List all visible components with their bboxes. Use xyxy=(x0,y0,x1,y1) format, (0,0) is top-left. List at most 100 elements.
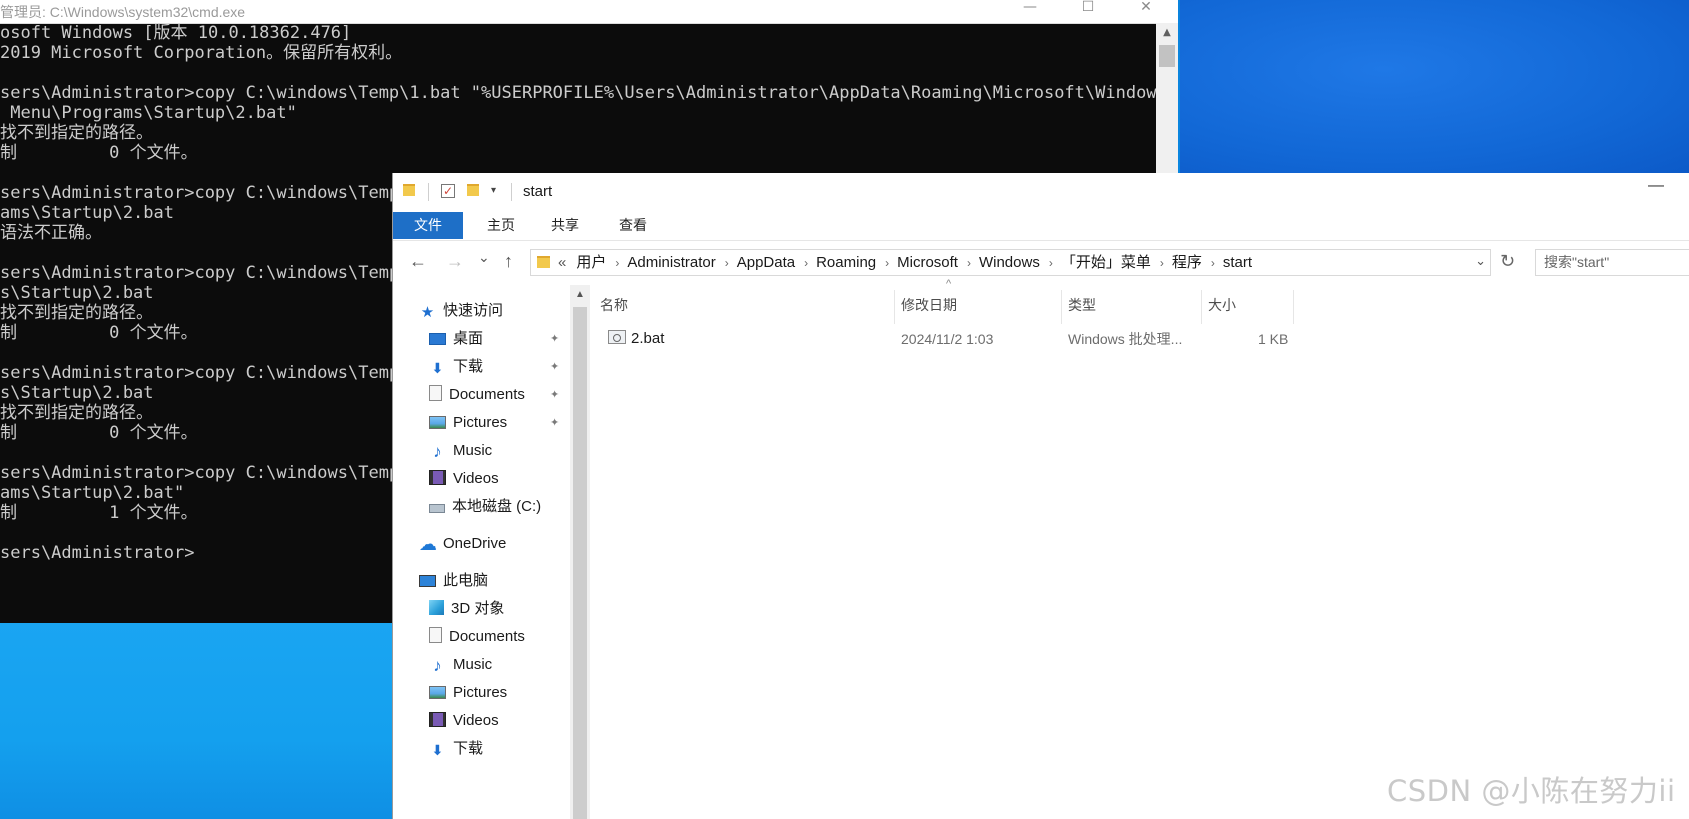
close-button[interactable]: ✕ xyxy=(1123,0,1169,23)
console-line: osoft Windows [版本 10.0.18362.476] xyxy=(0,23,352,43)
breadcrumb-item[interactable]: AppData xyxy=(737,254,795,271)
music-icon: ♪ xyxy=(433,656,442,675)
nav-item-label: 本地磁盘 (C:) xyxy=(452,498,542,515)
properties-icon[interactable]: ✓ xyxy=(441,184,455,198)
nav-item[interactable]: Videos xyxy=(429,465,499,493)
pin-icon[interactable]: ✦ xyxy=(550,325,559,353)
column-divider[interactable] xyxy=(1061,290,1062,324)
new-folder-icon[interactable] xyxy=(467,184,479,196)
nav-item[interactable]: ♪ Music xyxy=(429,651,492,679)
quick-access-dropdown-icon[interactable]: ▾ xyxy=(491,185,496,196)
up-button[interactable]: ↑ xyxy=(504,251,513,272)
nav-item[interactable]: 桌面 xyxy=(429,325,483,353)
file-type: Windows 批处理... xyxy=(1068,331,1183,347)
navigation-bar: ← → ⌄ ↑ «用户 › Administrator › AppData › Roamin… xyxy=(393,241,1689,285)
address-bar[interactable]: «用户 › Administrator › AppData › Roaming › Micros… xyxy=(530,249,1491,276)
nav-item[interactable]: Documents xyxy=(429,381,525,409)
breadcrumb-item[interactable]: start xyxy=(1223,254,1252,271)
breadcrumb-item[interactable]: 「开始」菜单 xyxy=(1061,254,1151,271)
scroll-up-icon[interactable]: ▲ xyxy=(570,285,590,305)
breadcrumb-item[interactable]: Microsoft xyxy=(897,254,958,271)
breadcrumb-item[interactable]: Roaming xyxy=(816,254,876,271)
videos-icon xyxy=(429,712,446,727)
nav-item-label: 下载 xyxy=(453,358,484,375)
desktop-icon xyxy=(429,333,446,345)
pin-icon[interactable]: ✦ xyxy=(550,381,559,409)
download-icon: ⬇ xyxy=(431,742,444,758)
explorer-minimize-button[interactable]: — xyxy=(1648,177,1664,195)
nav-item-label: Pictures xyxy=(453,414,508,431)
desktop-wallpaper-glow xyxy=(1180,0,1689,173)
computer-icon xyxy=(419,575,436,587)
refresh-button[interactable]: ↻ xyxy=(1500,251,1515,272)
file-size: 1 KB xyxy=(1258,331,1289,347)
csdn-watermark: CSDN @小陈在努力ii xyxy=(1387,774,1676,808)
tab-home[interactable]: 主页 xyxy=(473,212,529,239)
breadcrumb-separator-icon[interactable]: › xyxy=(1040,256,1061,270)
column-divider[interactable] xyxy=(894,290,895,324)
tab-file[interactable]: 文件 xyxy=(393,212,463,239)
nav-item[interactable]: ⬇ 下载 xyxy=(429,353,483,381)
nav-item[interactable]: 此电脑 xyxy=(419,567,488,595)
nav-item[interactable]: Pictures xyxy=(429,409,507,437)
nav-item-label: 桌面 xyxy=(453,330,484,347)
breadcrumb-item[interactable]: Administrator xyxy=(627,254,715,271)
column-header-size[interactable]: 大小 xyxy=(1208,294,1236,316)
explorer-titlebar[interactable]: ✓ ▾ start — xyxy=(393,173,1689,212)
nav-item[interactable]: ☁ OneDrive xyxy=(419,530,506,558)
search-input[interactable]: 搜索"start" xyxy=(1535,249,1689,276)
nav-item[interactable]: ⬇ 下载 xyxy=(429,735,483,763)
nav-item[interactable]: Documents xyxy=(429,623,525,651)
tab-share[interactable]: 共享 xyxy=(537,212,593,239)
forward-button[interactable]: → xyxy=(446,251,464,272)
file-name: 2.bat xyxy=(631,330,665,347)
navigation-pane-scrollbar-thumb[interactable] xyxy=(573,307,587,819)
address-dropdown-icon[interactable]: ⌄ xyxy=(1475,253,1486,269)
breadcrumb-separator-icon[interactable]: › xyxy=(876,256,897,270)
nav-item[interactable]: Videos xyxy=(429,707,499,735)
column-header-type[interactable]: 类型 xyxy=(1068,294,1096,316)
minimize-button[interactable]: — xyxy=(1007,0,1053,23)
nav-item-label: 快速访问 xyxy=(443,302,504,319)
pictures-icon xyxy=(429,416,446,429)
nav-item-label: 下载 xyxy=(453,740,484,757)
column-header-modified[interactable]: 修改日期 xyxy=(901,294,957,316)
column-header-name[interactable]: 名称 xyxy=(600,294,628,316)
nav-item[interactable]: 本地磁盘 (C:) xyxy=(429,493,541,521)
cmd-scrollbar-thumb[interactable] xyxy=(1159,45,1175,67)
nav-item-label: Documents xyxy=(449,386,525,403)
scroll-up-icon[interactable]: ▲ xyxy=(1156,23,1178,43)
console-line: Menu\Programs\Startup\2.bat" xyxy=(0,103,297,123)
column-divider[interactable] xyxy=(1293,290,1294,324)
nav-item[interactable]: ♪ Music xyxy=(429,437,492,465)
file-explorer-window[interactable]: ✓ ▾ start — 文件 主页 共享 查看 ← → ⌄ ↑ «用户 › Admi… xyxy=(392,173,1689,819)
recent-locations-button[interactable]: ⌄ xyxy=(478,249,490,266)
breadcrumb-separator-icon[interactable]: › xyxy=(716,256,737,270)
cmd-titlebar[interactable]: 管理员: C:\Windows\system32\cmd.exe — ☐ ✕ xyxy=(0,0,1178,24)
download-icon: ⬇ xyxy=(431,360,444,376)
breadcrumb-separator-icon[interactable]: › xyxy=(606,256,627,270)
nav-item[interactable]: Pictures xyxy=(429,679,507,707)
breadcrumb-separator-icon[interactable]: › xyxy=(1202,256,1223,270)
pin-icon[interactable]: ✦ xyxy=(550,353,559,381)
maximize-button[interactable]: ☐ xyxy=(1065,0,1111,23)
sort-ascending-icon: ^ xyxy=(946,278,952,290)
nav-item[interactable]: 3D 对象 xyxy=(429,595,504,623)
nav-item[interactable]: ★ 快速访问 xyxy=(419,297,503,325)
breadcrumb-item[interactable]: 程序 xyxy=(1172,254,1202,271)
batch-file-icon xyxy=(608,330,626,344)
navigation-pane-scrollbar[interactable]: ▲ xyxy=(570,285,590,819)
file-list-view[interactable]: ^ 名称 修改日期 类型 大小 2.bat 2024/11/2 1:03 Win… xyxy=(590,278,1689,819)
file-row[interactable]: 2.bat 2024/11/2 1:03 Windows 批处理... 1 KB xyxy=(600,325,1380,353)
column-divider[interactable] xyxy=(1201,290,1202,324)
breadcrumb-separator-icon[interactable]: › xyxy=(1151,256,1172,270)
back-button[interactable]: ← xyxy=(409,251,427,272)
breadcrumb-overflow-button[interactable]: « xyxy=(558,254,566,271)
breadcrumb-separator-icon[interactable]: › xyxy=(795,256,816,270)
breadcrumb-item[interactable]: Windows xyxy=(979,254,1040,271)
breadcrumb-item[interactable]: 用户 xyxy=(576,254,606,271)
tab-view[interactable]: 查看 xyxy=(605,212,661,239)
pin-icon[interactable]: ✦ xyxy=(550,409,559,437)
breadcrumb-separator-icon[interactable]: › xyxy=(958,256,979,270)
